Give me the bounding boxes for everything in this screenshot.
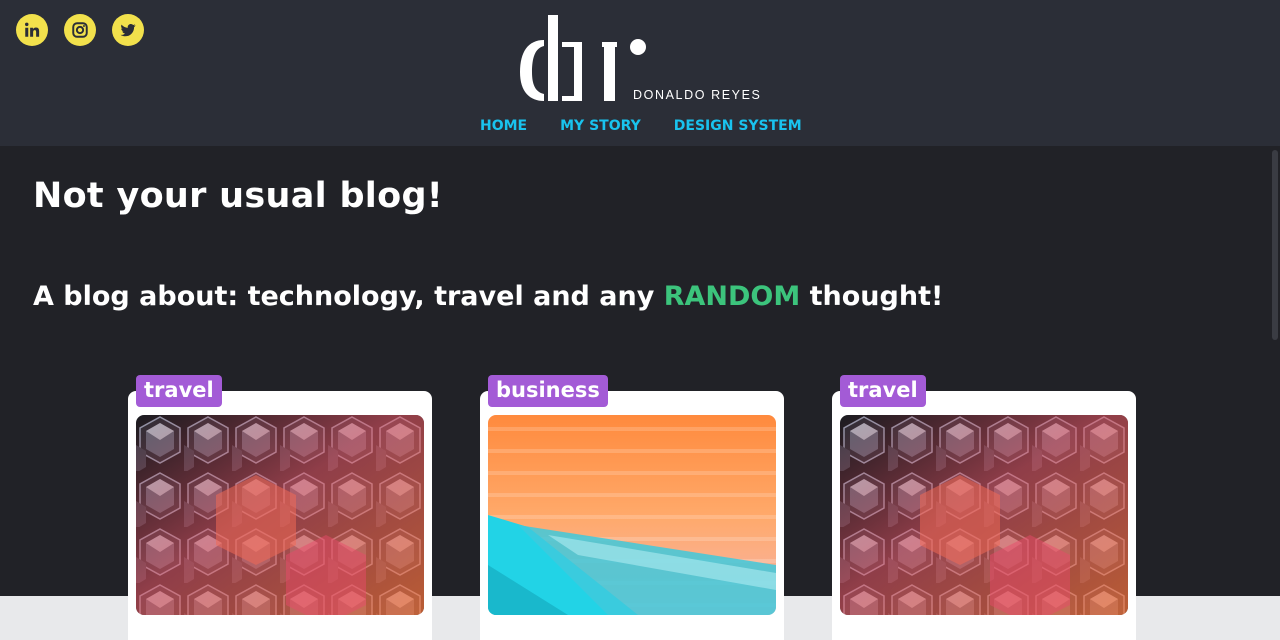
nav-design-system[interactable]: DESIGN SYSTEM <box>674 118 802 134</box>
logo-mark-icon <box>520 15 646 101</box>
twitter-link[interactable] <box>112 14 144 46</box>
hexagon-mosaic-image <box>840 415 1128 615</box>
site-logo[interactable]: DONALDO REYES <box>518 12 768 106</box>
instagram-link[interactable] <box>64 14 96 46</box>
site-header: DONALDO REYES HOME MY STORY DESIGN SYSTE… <box>0 0 1280 146</box>
linkedin-icon <box>25 22 40 37</box>
nav-my-story[interactable]: MY STORY <box>560 118 641 134</box>
page-title: Not your usual blog! <box>33 176 444 216</box>
page-subtitle: A blog about: technology, travel and any… <box>33 281 943 312</box>
subtitle-text: A blog about: technology, travel and any <box>33 281 664 312</box>
post-image[interactable] <box>136 415 424 615</box>
hexagon-mosaic-image <box>136 415 424 615</box>
social-links <box>16 14 144 46</box>
post-tag[interactable]: travel <box>840 375 926 407</box>
post-image[interactable] <box>840 415 1128 615</box>
subtitle-text-end: thought! <box>800 281 944 312</box>
subtitle-accent: RANDOM <box>663 281 801 312</box>
instagram-icon <box>72 22 88 38</box>
linkedin-link[interactable] <box>16 14 48 46</box>
orange-cyan-stripes-image <box>488 415 776 615</box>
main-nav: HOME MY STORY DESIGN SYSTEM <box>480 118 835 134</box>
post-card[interactable] <box>480 391 784 640</box>
post-tag[interactable]: travel <box>136 375 222 407</box>
brand-name: DONALDO REYES <box>633 88 762 102</box>
post-card[interactable] <box>128 391 432 640</box>
scrollbar-thumb[interactable] <box>1272 150 1278 340</box>
nav-home[interactable]: HOME <box>480 118 527 134</box>
post-card[interactable] <box>832 391 1136 640</box>
post-image[interactable] <box>488 415 776 615</box>
post-tag[interactable]: business <box>488 375 608 407</box>
twitter-icon <box>120 24 136 37</box>
